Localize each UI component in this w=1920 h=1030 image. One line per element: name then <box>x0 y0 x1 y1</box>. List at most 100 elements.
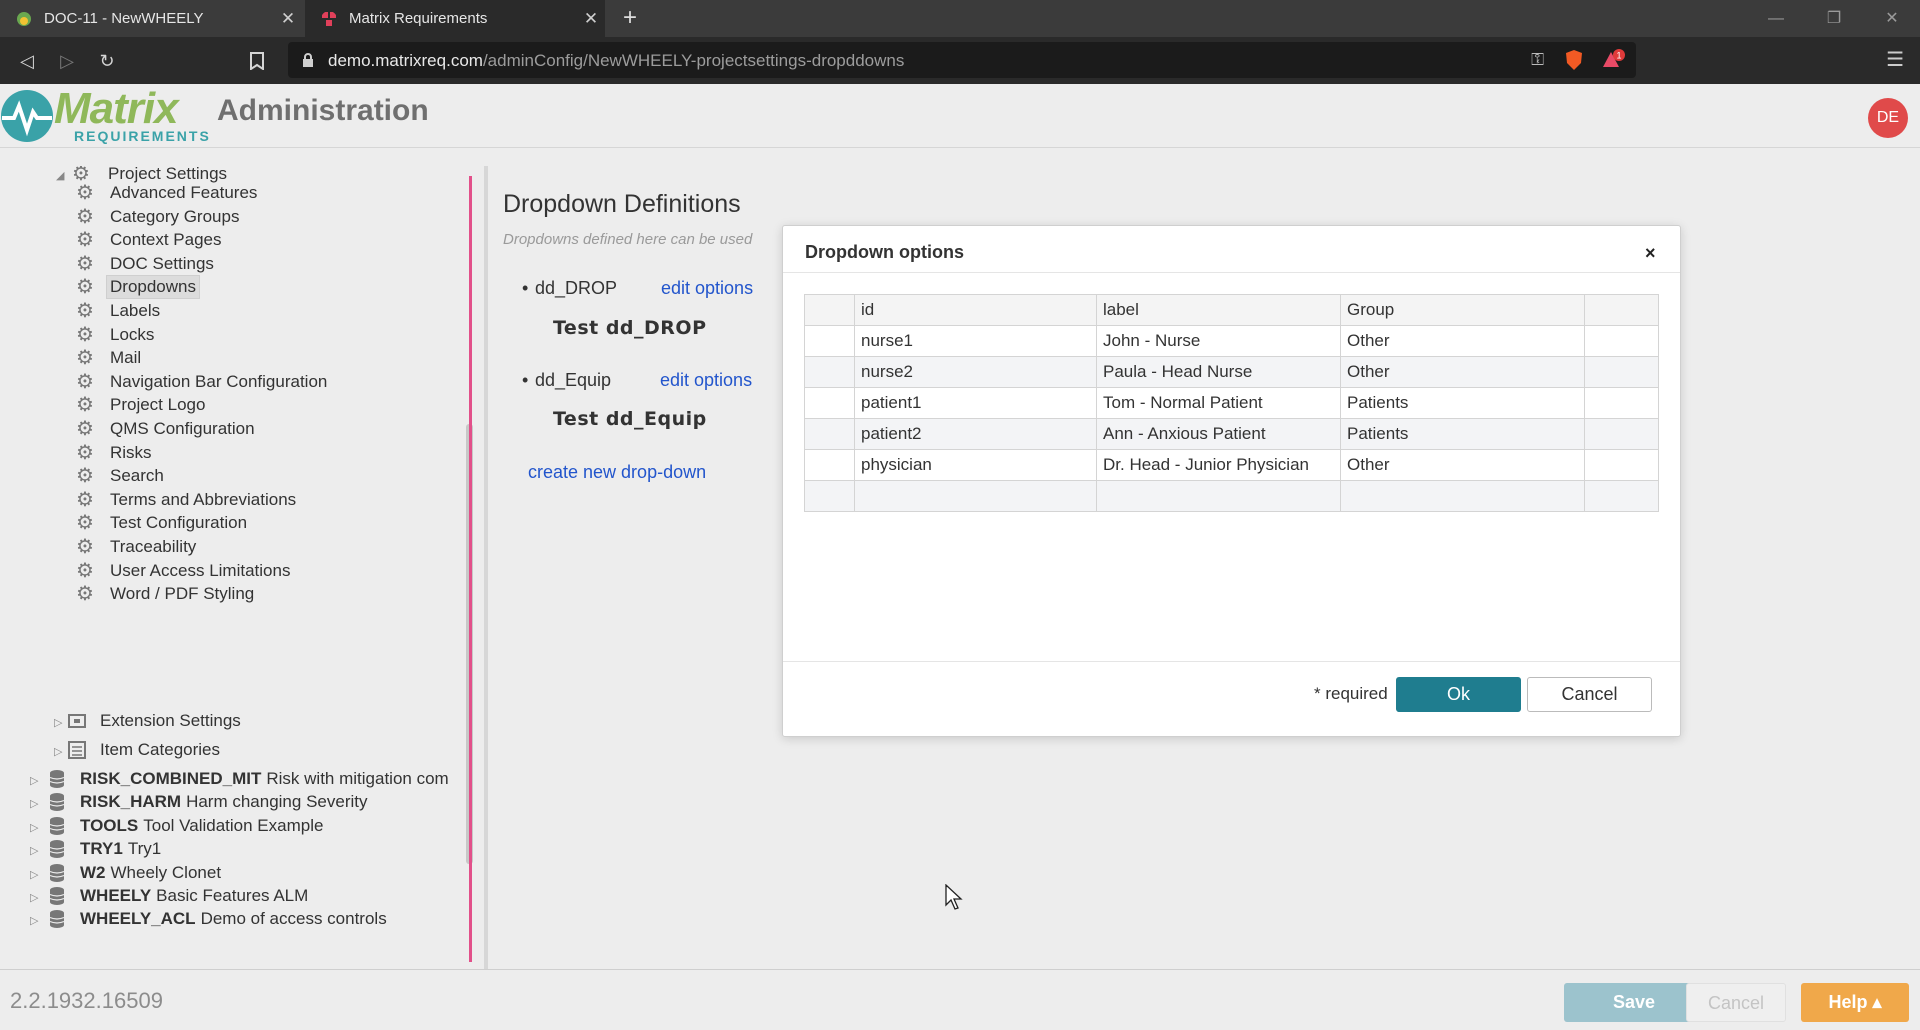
tab-close-icon[interactable]: ✕ <box>577 9 605 29</box>
row-handle-cell[interactable] <box>804 356 855 388</box>
cell-label[interactable]: John - Nurse <box>1096 325 1341 357</box>
panel-splitter[interactable] <box>469 176 472 962</box>
brave-rewards-icon[interactable]: 1 <box>1602 49 1626 71</box>
cancel-button[interactable]: Cancel <box>1527 677 1652 712</box>
table-row[interactable]: patient1 Tom - Normal Patient Patients <box>804 387 1659 419</box>
mouse-cursor-icon <box>945 884 963 910</box>
cell-label[interactable]: Ann - Anxious Patient <box>1096 418 1341 450</box>
forward-icon[interactable]: ▷ <box>52 46 82 76</box>
section-description: Dropdowns defined here can be used <box>503 231 753 248</box>
table-row-new[interactable] <box>804 480 1659 512</box>
back-icon[interactable]: ◁ <box>12 46 42 76</box>
browser-menu-icon[interactable]: ☰ <box>1886 47 1904 72</box>
gear-icon: ⚙ <box>76 441 94 464</box>
ok-button[interactable]: Ok <box>1396 677 1521 712</box>
empty-cell[interactable] <box>804 480 855 512</box>
table-row[interactable]: nurse1 John - Nurse Other <box>804 325 1659 357</box>
edit-options-link[interactable]: edit options <box>660 370 752 391</box>
save-button[interactable]: Save <box>1564 983 1704 1022</box>
cell-group[interactable]: Patients <box>1340 418 1585 450</box>
create-dropdown-link[interactable]: create new drop-down <box>528 462 706 483</box>
cell-id[interactable]: nurse1 <box>854 325 1097 357</box>
gear-icon: ⚙ <box>76 323 94 346</box>
empty-cell[interactable] <box>1096 480 1341 512</box>
restore-icon[interactable]: ❐ <box>1806 0 1862 37</box>
browser-tab-doc11[interactable]: DOC-11 - NewWHEELY ✕ <box>0 0 302 37</box>
avatar[interactable]: DE <box>1868 98 1908 138</box>
admin-tree: ◢ ⚙ Project Settings ⚙ Advanced Features ⚙… <box>0 166 470 966</box>
row-handle-cell[interactable] <box>804 325 855 357</box>
browser-tab-matrix[interactable]: Matrix Requirements ✕ <box>305 0 605 37</box>
tree-item-setting[interactable]: ⚙ Word / PDF Styling <box>74 580 254 608</box>
dropdown-test-field[interactable]: Test dd_DROP <box>553 317 707 339</box>
caret-right-icon[interactable]: ▷ <box>30 821 38 834</box>
caret-right-icon[interactable]: ▷ <box>30 914 38 927</box>
cell-id[interactable]: nurse2 <box>854 356 1097 388</box>
table-row[interactable]: nurse2 Paula - Head Nurse Other <box>804 356 1659 388</box>
empty-cell[interactable] <box>854 480 1097 512</box>
cell-group[interactable]: Other <box>1340 449 1585 481</box>
cell-label[interactable]: Tom - Normal Patient <box>1096 387 1341 419</box>
empty-cell[interactable] <box>1340 480 1585 512</box>
tab-close-icon[interactable]: ✕ <box>274 9 302 29</box>
tree-label: Search <box>110 466 164 486</box>
cell-group[interactable]: Other <box>1340 325 1585 357</box>
help-button[interactable]: Help ▴ <box>1801 983 1909 1022</box>
gear-icon: ⚙ <box>76 252 94 275</box>
cell-group[interactable]: Patients <box>1340 387 1585 419</box>
new-tab-icon[interactable]: + <box>615 4 645 34</box>
caret-right-icon[interactable]: ▷ <box>54 716 62 729</box>
edit-options-link[interactable]: edit options <box>661 278 753 299</box>
cell-id[interactable]: patient1 <box>854 387 1097 419</box>
caret-right-icon[interactable]: ▷ <box>30 868 38 881</box>
logo-subtitle: REQUIREMENTS <box>74 128 211 144</box>
minimize-icon[interactable]: — <box>1748 0 1804 37</box>
column-header-id[interactable]: id <box>854 294 1097 326</box>
gear-icon: ⚙ <box>76 488 94 511</box>
tree-item-extension-settings[interactable]: ▷ Extension Settings <box>54 707 241 735</box>
cell-extra[interactable] <box>1584 449 1659 481</box>
logo-wordmark: Matrix <box>54 84 179 133</box>
cell-id[interactable]: physician <box>854 449 1097 481</box>
table-row[interactable]: physician Dr. Head - Junior Physician Othe… <box>804 449 1659 481</box>
tree-item-project[interactable]: ▷ WHEELY_ACL Demo of access controls <box>30 905 387 933</box>
dropdown-test-field[interactable]: Test dd_Equip <box>553 408 707 430</box>
column-header-label[interactable]: label <box>1096 294 1341 326</box>
caret-right-icon[interactable]: ▷ <box>30 774 38 787</box>
caret-right-icon[interactable]: ▷ <box>30 844 38 857</box>
cell-extra[interactable] <box>1584 325 1659 357</box>
close-window-icon[interactable]: ✕ <box>1864 0 1920 37</box>
required-note: * required <box>1314 684 1388 703</box>
url-text: demo.matrixreq.com/adminConfig/NewWHEELY… <box>328 51 904 71</box>
row-handle-cell[interactable] <box>804 387 855 419</box>
cell-extra[interactable] <box>1584 356 1659 388</box>
cell-extra[interactable] <box>1584 387 1659 419</box>
cell-group[interactable]: Other <box>1340 356 1585 388</box>
tree-label: Test Configuration <box>110 513 248 533</box>
tree-item-item-categories[interactable]: ▷ Item Categories <box>54 736 220 764</box>
row-handle-cell[interactable] <box>804 449 855 481</box>
tree-label: Project Logo <box>110 395 206 415</box>
cell-extra[interactable] <box>1584 418 1659 450</box>
close-icon[interactable]: × <box>1645 243 1656 264</box>
column-header-group[interactable]: Group <box>1340 294 1585 326</box>
cell-id[interactable]: patient2 <box>854 418 1097 450</box>
caret-right-icon[interactable]: ▷ <box>30 891 38 904</box>
caret-right-icon[interactable]: ▷ <box>30 797 38 810</box>
bookmark-icon[interactable] <box>242 46 272 76</box>
row-handle-cell[interactable] <box>804 418 855 450</box>
gear-icon: ⚙ <box>76 300 94 322</box>
key-icon[interactable]: ⚿ <box>1531 50 1544 70</box>
caret-down-icon[interactable]: ◢ <box>56 169 64 182</box>
cell-label[interactable]: Dr. Head - Junior Physician <box>1096 449 1341 481</box>
address-bar[interactable]: demo.matrixreq.com/adminConfig/NewWHEELY… <box>288 42 1636 78</box>
table-row[interactable]: patient2 Ann - Anxious Patient Patients <box>804 418 1659 450</box>
brave-shield-icon[interactable] <box>1564 49 1584 71</box>
empty-cell[interactable] <box>1584 480 1659 512</box>
caret-right-icon[interactable]: ▷ <box>54 745 62 758</box>
cell-label[interactable]: Paula - Head Nurse <box>1096 356 1341 388</box>
reload-icon[interactable]: ↻ <box>92 46 122 76</box>
version-label: 2.2.1932.16509 <box>10 988 163 1013</box>
gear-icon: ⚙ <box>76 583 94 606</box>
footer-cancel-button[interactable]: Cancel <box>1686 983 1786 1022</box>
